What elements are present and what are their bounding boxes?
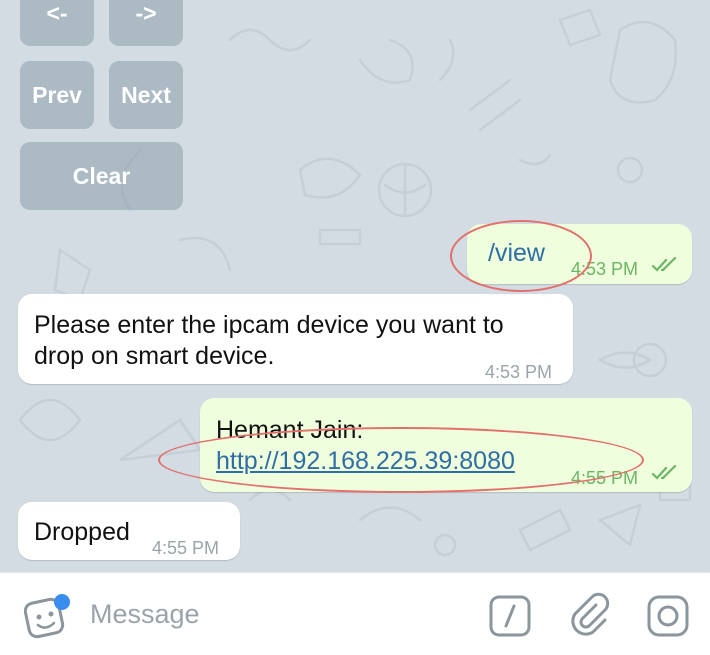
keyboard-button-label: Next	[121, 81, 171, 108]
keyboard-button-label: Prev	[32, 81, 82, 108]
message-bubble-incoming[interactable]: Dropped 4:55 PM	[18, 502, 240, 560]
message-link[interactable]: http://192.168.225.39:8080	[216, 447, 515, 475]
double-check-icon	[651, 257, 677, 272]
message-text: Dropped	[34, 518, 130, 546]
keyboard-button-label: Clear	[72, 162, 131, 189]
double-check-icon	[651, 465, 677, 480]
message-input[interactable]	[88, 593, 472, 635]
message-command-text[interactable]: /view	[488, 238, 545, 269]
message-time: 4:53 PM	[571, 259, 639, 279]
message-time: 4:55 PM	[152, 538, 220, 558]
keyboard-button-prev[interactable]: Prev	[20, 61, 94, 129]
slash-command-icon[interactable]	[489, 595, 531, 642]
message-text: Please enter the ipcam device you want t…	[34, 311, 504, 339]
chat-area: <- -> Prev Next Clear /view 4:53 PM Plea…	[0, 0, 710, 572]
keyboard-button-next[interactable]: Next	[109, 61, 183, 129]
keyboard-button-label: <-	[46, 0, 68, 26]
message-bubble-outgoing[interactable]: /view 4:53 PM	[467, 224, 692, 284]
message-sender-text: Hemant Jain:	[216, 416, 364, 444]
message-text: drop on smart device.	[34, 342, 275, 370]
message-bubble-outgoing[interactable]: Hemant Jain: http://192.168.225.39:8080 …	[200, 398, 692, 492]
camera-icon[interactable]	[646, 594, 690, 643]
message-bubble-incoming[interactable]: Please enter the ipcam device you want t…	[18, 294, 573, 384]
message-time: 4:53 PM	[485, 362, 553, 382]
message-composer	[0, 572, 710, 655]
message-time: 4:55 PM	[571, 468, 639, 488]
keyboard-button-back[interactable]: <-	[20, 0, 94, 46]
keyboard-button-clear[interactable]: Clear	[20, 142, 183, 210]
sticker-icon[interactable]	[23, 593, 74, 644]
keyboard-button-forward[interactable]: ->	[109, 0, 183, 46]
keyboard-button-label: ->	[135, 0, 157, 26]
paperclip-icon[interactable]	[566, 591, 614, 644]
